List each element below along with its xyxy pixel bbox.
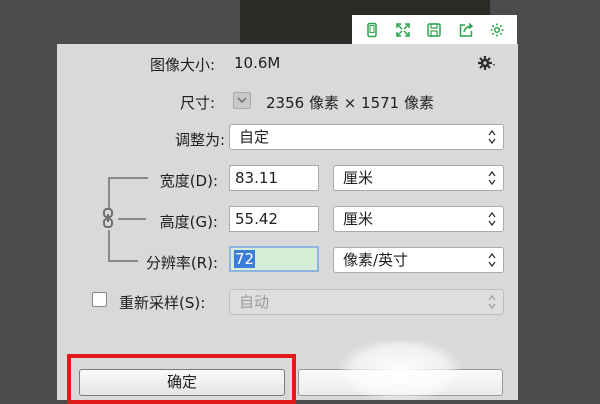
gear-icon[interactable] xyxy=(477,54,497,72)
image-size-label: 图像大小: xyxy=(149,56,215,74)
width-input[interactable]: 83.11 xyxy=(229,165,319,191)
height-input[interactable]: 55.42 xyxy=(229,206,319,232)
watermark-blur xyxy=(340,340,460,400)
updown-arrows-icon xyxy=(488,252,496,268)
resample-label: 重新采样(S): xyxy=(119,294,206,312)
updown-arrows-icon xyxy=(488,170,496,186)
resolution-value: 72 xyxy=(234,250,256,268)
fit-to-value: 自定 xyxy=(239,128,270,146)
constrain-bracket-middle xyxy=(118,218,146,220)
updown-arrows-icon xyxy=(488,211,496,227)
resample-checkbox[interactable] xyxy=(92,292,107,307)
share-icon[interactable] xyxy=(454,18,478,42)
width-unit-select[interactable]: 厘米 xyxy=(333,165,504,191)
resolution-unit-select[interactable]: 像素/英寸 xyxy=(333,247,504,273)
constrain-bracket-bottom xyxy=(108,230,138,262)
dimensions-label: 尺寸: xyxy=(179,94,215,112)
updown-arrows-icon xyxy=(488,129,496,145)
height-value: 55.42 xyxy=(235,210,278,228)
phone-icon[interactable] xyxy=(360,18,384,42)
resolution-input[interactable]: 72 xyxy=(229,246,319,272)
width-value: 83.11 xyxy=(235,169,278,187)
image-size-value: 10.6M xyxy=(234,54,281,72)
height-label: 高度(G): xyxy=(159,213,218,231)
updown-arrows-icon xyxy=(488,294,496,310)
photo-toolbar xyxy=(352,15,517,45)
width-unit-value: 厘米 xyxy=(343,169,374,187)
expand-icon[interactable] xyxy=(391,18,415,42)
annotation-highlight-box xyxy=(67,354,296,404)
height-unit-value: 厘米 xyxy=(343,210,374,228)
resolution-unit-value: 像素/英寸 xyxy=(343,251,409,269)
settings-icon[interactable] xyxy=(485,18,509,42)
dialog-backdrop xyxy=(518,44,600,400)
link-icon[interactable] xyxy=(102,208,116,228)
width-label: 宽度(D): xyxy=(159,172,218,190)
constrain-bracket-top xyxy=(108,177,148,209)
height-unit-select[interactable]: 厘米 xyxy=(333,206,504,232)
dimensions-value: 2356 像素 × 1571 像素 xyxy=(266,94,434,112)
resolution-label: 分辨率(R): xyxy=(145,254,218,272)
save-icon[interactable] xyxy=(422,18,446,42)
resample-value: 自动 xyxy=(239,293,270,311)
chevron-down-icon xyxy=(237,97,247,104)
dimensions-dropdown-button[interactable] xyxy=(233,92,251,109)
fit-to-label: 调整为: xyxy=(174,131,225,149)
resample-select[interactable]: 自动 xyxy=(229,289,504,315)
fit-to-select[interactable]: 自定 xyxy=(229,124,504,150)
